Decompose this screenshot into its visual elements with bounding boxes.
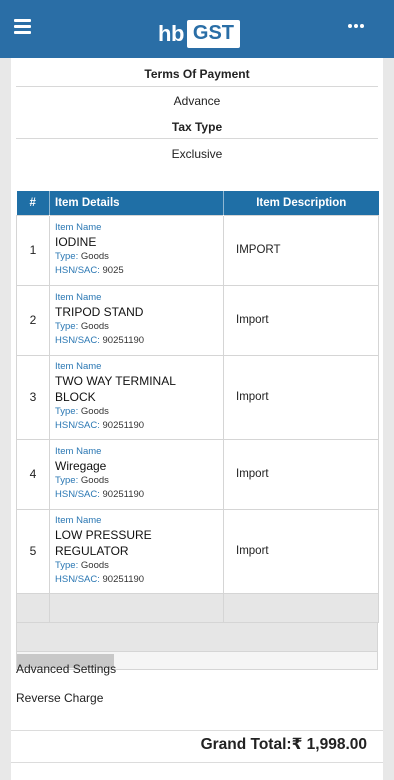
row-number: 5 xyxy=(16,508,50,594)
grand-total: Grand Total:₹ 1,998.00 xyxy=(201,735,367,754)
table-row[interactable]: 1 Item Name IODINE Type: Goods HSN/SAC: 9025… xyxy=(16,214,379,286)
item-type: Type: Goods xyxy=(55,474,218,488)
item-details-cell: Item Name TWO WAY TERMINAL BLOCK Type: Goo… xyxy=(49,354,224,440)
hsn-label: HSN/SAC: xyxy=(55,573,100,585)
hsn-label: HSN/SAC: xyxy=(55,419,100,431)
item-details-cell: Item Name Wiregage Type: Goods HSN/SAC: 902… xyxy=(49,438,224,510)
item-hsn: HSN/SAC: 90251190 xyxy=(55,488,218,502)
empty-cell xyxy=(223,592,379,623)
app-header: hb GST xyxy=(0,0,394,58)
table-row[interactable]: 4 Item Name Wiregage Type: Goods HSN/SAC: 90… xyxy=(16,438,379,510)
item-description: Import xyxy=(223,438,379,510)
grand-total-amount: ₹ 1,998.00 xyxy=(291,736,367,753)
tax-type-label: Tax Type xyxy=(171,120,223,134)
hsn-label: HSN/SAC: xyxy=(55,264,100,276)
item-hsn: HSN/SAC: 90251190 xyxy=(55,573,218,587)
type-value: Goods xyxy=(80,405,109,417)
hsn-value: 9025 xyxy=(102,264,124,276)
item-name: TRIPOD STAND xyxy=(55,304,144,319)
row-number: 2 xyxy=(16,284,50,356)
hsn-label: HSN/SAC: xyxy=(55,488,100,500)
item-name-label: Item Name xyxy=(55,221,102,233)
item-name-label: Item Name xyxy=(55,514,102,526)
item-type: Type: Goods xyxy=(55,320,218,334)
invoice-detail-card: Terms Of Payment Advance Tax Type Exclus… xyxy=(11,58,383,780)
column-header-item-description: Item Description xyxy=(223,191,379,215)
column-header-item-details: Item Details xyxy=(49,191,224,215)
type-value: Goods xyxy=(80,320,109,332)
hsn-value: 90251190 xyxy=(102,573,145,585)
divider xyxy=(16,138,378,139)
more-options-icon[interactable] xyxy=(348,24,364,28)
tax-type-value: Exclusive xyxy=(171,147,223,161)
divider xyxy=(16,86,378,87)
item-type: Type: Goods xyxy=(55,250,218,264)
divider xyxy=(11,730,383,731)
row-number: 3 xyxy=(16,354,50,440)
terms-of-payment-label: Terms Of Payment xyxy=(144,67,250,81)
item-description: Import xyxy=(223,354,379,440)
type-label: Type: xyxy=(55,559,79,571)
reverse-charge-label[interactable]: Reverse Charge xyxy=(16,691,103,705)
item-type: Type: Goods xyxy=(55,559,218,573)
logo-gst-text: GST xyxy=(186,19,241,48)
item-type: Type: Goods xyxy=(55,405,218,419)
item-name-label: Item Name xyxy=(55,360,102,372)
item-name-label: Item Name xyxy=(55,445,102,457)
item-details-cell: Item Name TRIPOD STAND Type: Goods HSN/SAC:… xyxy=(49,284,224,356)
type-label: Type: xyxy=(55,405,79,417)
app-logo: hb GST xyxy=(158,15,241,52)
hsn-value: 90251190 xyxy=(102,334,145,346)
type-label: Type: xyxy=(55,320,79,332)
terms-of-payment-value: Advance xyxy=(173,94,221,108)
type-label: Type: xyxy=(55,474,79,486)
item-name: IODINE xyxy=(55,234,97,249)
type-value: Goods xyxy=(80,474,109,486)
table-row[interactable]: 2 Item Name TRIPOD STAND Type: Goods HSN/SAC… xyxy=(16,284,379,356)
type-value: Goods xyxy=(80,250,109,262)
row-number: 4 xyxy=(16,438,50,510)
hamburger-menu-icon[interactable] xyxy=(14,19,31,35)
type-label: Type: xyxy=(55,250,79,262)
table-row[interactable]: 5 Item Name LOW PRESSURE REGULATOR Type: Go… xyxy=(16,508,379,594)
item-description: IMPORT xyxy=(223,214,379,286)
item-hsn: HSN/SAC: 9025 xyxy=(55,264,218,278)
type-value: Goods xyxy=(80,559,109,571)
hsn-label: HSN/SAC: xyxy=(55,334,100,346)
item-name: LOW PRESSURE REGULATOR xyxy=(55,527,152,558)
items-table: # Item Details Item Description 1 Item Na… xyxy=(16,191,379,623)
item-description: Import xyxy=(223,508,379,594)
grand-total-label: Grand Total: xyxy=(200,736,292,753)
item-name: Wiregage xyxy=(55,458,107,473)
item-hsn: HSN/SAC: 90251190 xyxy=(55,334,218,348)
item-hsn: HSN/SAC: 90251190 xyxy=(55,419,218,433)
item-details-cell: Item Name LOW PRESSURE REGULATOR Type: Goo… xyxy=(49,508,224,594)
item-name: TWO WAY TERMINAL BLOCK xyxy=(55,373,176,404)
empty-cell xyxy=(49,592,224,623)
items-table-container: # Item Details Item Description 1 Item Na… xyxy=(16,191,379,670)
item-details-cell: Item Name IODINE Type: Goods HSN/SAC: 9025 xyxy=(49,214,224,286)
logo-hb-text: hb xyxy=(158,20,184,46)
hsn-value: 90251190 xyxy=(102,488,145,500)
table-header-row: # Item Details Item Description xyxy=(16,191,379,215)
table-empty-row xyxy=(16,592,379,623)
item-name-label: Item Name xyxy=(55,291,102,303)
row-number: 1 xyxy=(16,214,50,286)
advanced-settings-label[interactable]: Advanced Settings xyxy=(16,662,116,676)
hsn-value: 90251190 xyxy=(102,419,145,431)
item-description: Import xyxy=(223,284,379,356)
column-header-number: # xyxy=(16,191,50,215)
empty-cell xyxy=(16,592,50,623)
divider xyxy=(11,762,383,763)
table-footer-band xyxy=(16,622,378,652)
table-row[interactable]: 3 Item Name TWO WAY TERMINAL BLOCK Type: Go… xyxy=(16,354,379,440)
